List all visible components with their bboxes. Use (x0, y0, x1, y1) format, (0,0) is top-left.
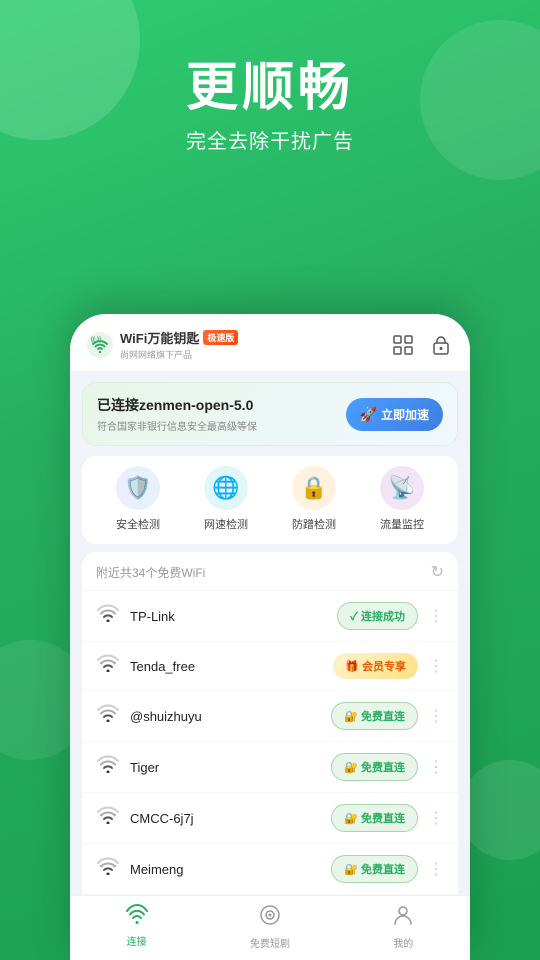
wifi-logo-icon: ((·)) (86, 331, 114, 359)
wifi-btn-meimeng[interactable]: 🔐 免费直连 (331, 855, 418, 883)
wifi-name-1: TP-Link (130, 609, 327, 624)
wifi-name-5: CMCC-6j7j (130, 811, 321, 826)
wifi-list-section: 附近共34个免费WiFi ↻ TP-Link ✓ 连接成功 ⋮ (82, 552, 458, 895)
nav-label-mine: 我的 (393, 935, 413, 950)
speed-icon: 🌐 (204, 466, 248, 510)
wifi-signal-icon-5 (96, 806, 120, 830)
wifi-signal-icon-3 (96, 704, 120, 728)
wifi-more-6[interactable]: ⋮ (428, 859, 444, 879)
wifi-btn-shuizhuyu[interactable]: 🔐 免费直连 (331, 702, 418, 730)
page-subtitle: 完全去除干扰广告 (20, 125, 520, 154)
func-label-detect: 防蹭检测 (292, 516, 336, 532)
bottom-nav: 连接 免费短剧 我的 (70, 895, 470, 960)
wifi-signal-icon-2 (96, 654, 120, 678)
speed-badge: 极速版 (203, 330, 238, 345)
nav-item-drama[interactable]: 免费短剧 (240, 904, 300, 950)
wifi-more-3[interactable]: ⋮ (428, 706, 444, 726)
page-title: 更顺畅 (20, 60, 520, 117)
app-header-icons (390, 332, 454, 358)
nav-label-connect: 连接 (127, 933, 147, 948)
wifi-btn-cmcc[interactable]: 🔐 免费直连 (331, 804, 418, 832)
function-row: 🛡️ 安全检测 🌐 网速检测 🔒 防蹭检测 📡 流量监控 (82, 456, 458, 544)
func-item-detect[interactable]: 🔒 防蹭检测 (292, 466, 336, 532)
nav-icon-mine (391, 904, 415, 932)
wifi-name-3: @shuizhuyu (130, 709, 321, 724)
wifi-list-header: 附近共34个免费WiFi ↻ (82, 552, 458, 591)
wifi-more-4[interactable]: ⋮ (428, 757, 444, 777)
svg-text:((·)): ((·)) (91, 337, 101, 343)
func-item-security[interactable]: 🛡️ 安全检测 (116, 466, 160, 532)
nav-item-mine[interactable]: 我的 (373, 904, 433, 950)
nav-item-connect[interactable]: 连接 (107, 904, 167, 950)
wifi-more-2[interactable]: ⋮ (428, 656, 444, 676)
speed-up-button[interactable]: 🚀 立即加速 (346, 398, 443, 431)
func-label-security: 安全检测 (116, 516, 160, 532)
app-header: ((·)) WiFi万能钥匙 极速版 尚网网络旗下产品 (70, 314, 470, 372)
rocket-icon: 🚀 (360, 406, 377, 423)
app-logo-area: ((·)) WiFi万能钥匙 极速版 尚网网络旗下产品 (86, 328, 238, 361)
wifi-item-meimeng[interactable]: Meimeng 🔐 免费直连 ⋮ (82, 844, 458, 895)
func-item-monitor[interactable]: 📡 流量监控 (380, 466, 424, 532)
app-sub-title: 尚网网络旗下产品 (120, 348, 238, 361)
app-name-main: WiFi万能钥匙 极速版 (120, 328, 238, 347)
wifi-more-5[interactable]: ⋮ (428, 808, 444, 828)
connected-desc: 符合国家非银行信息安全最高级等保 (97, 418, 346, 433)
func-label-monitor: 流量监控 (380, 516, 424, 532)
wifi-item-cmcc[interactable]: CMCC-6j7j 🔐 免费直连 ⋮ (82, 793, 458, 844)
monitor-icon: 📡 (380, 466, 424, 510)
wifi-item-tp-link[interactable]: TP-Link ✓ 连接成功 ⋮ (82, 591, 458, 642)
connected-ssid: 已连接zenmen-open-5.0 (97, 395, 346, 415)
app-name-block: WiFi万能钥匙 极速版 尚网网络旗下产品 (120, 328, 238, 361)
connected-banner: 已连接zenmen-open-5.0 符合国家非银行信息安全最高级等保 🚀 立即… (82, 382, 458, 446)
wifi-name-4: Tiger (130, 760, 321, 775)
wifi-item-tenda[interactable]: Tenda_free 🎁 会员专享 ⋮ (82, 642, 458, 691)
wifi-item-shuizhuyu[interactable]: @shuizhuyu 🔐 免费直连 ⋮ (82, 691, 458, 742)
wifi-signal-icon-6 (96, 857, 120, 881)
func-item-speed[interactable]: 🌐 网速检测 (204, 466, 248, 532)
wifi-name-6: Meimeng (130, 862, 321, 877)
lock-icon[interactable] (428, 332, 454, 358)
phone-mockup: ((·)) WiFi万能钥匙 极速版 尚网网络旗下产品 (70, 314, 470, 960)
wifi-signal-icon-1 (96, 604, 120, 628)
connected-info: 已连接zenmen-open-5.0 符合国家非银行信息安全最高级等保 (97, 395, 346, 433)
nav-icon-connect (125, 904, 149, 930)
wifi-btn-tenda[interactable]: 🎁 会员专享 (333, 653, 418, 679)
wifi-more-1[interactable]: ⋮ (428, 606, 444, 626)
nav-label-drama: 免费短剧 (250, 935, 290, 950)
nav-icon-drama (258, 904, 282, 932)
wifi-item-tiger[interactable]: Tiger 🔐 免费直连 ⋮ (82, 742, 458, 793)
wifi-btn-tiger[interactable]: 🔐 免费直连 (331, 753, 418, 781)
speed-up-label: 立即加速 (381, 406, 429, 423)
security-icon: 🛡️ (116, 466, 160, 510)
refresh-icon[interactable]: ↻ (431, 562, 444, 582)
detect-icon: 🔒 (292, 466, 336, 510)
wifi-name-2: Tenda_free (130, 659, 323, 674)
scan-icon[interactable] (390, 332, 416, 358)
wifi-btn-tp-link[interactable]: ✓ 连接成功 (337, 602, 418, 630)
func-label-speed: 网速检测 (204, 516, 248, 532)
wifi-count-text: 附近共34个免费WiFi (96, 564, 205, 581)
wifi-signal-icon-4 (96, 755, 120, 779)
app-name-text: WiFi万能钥匙 (120, 328, 199, 347)
